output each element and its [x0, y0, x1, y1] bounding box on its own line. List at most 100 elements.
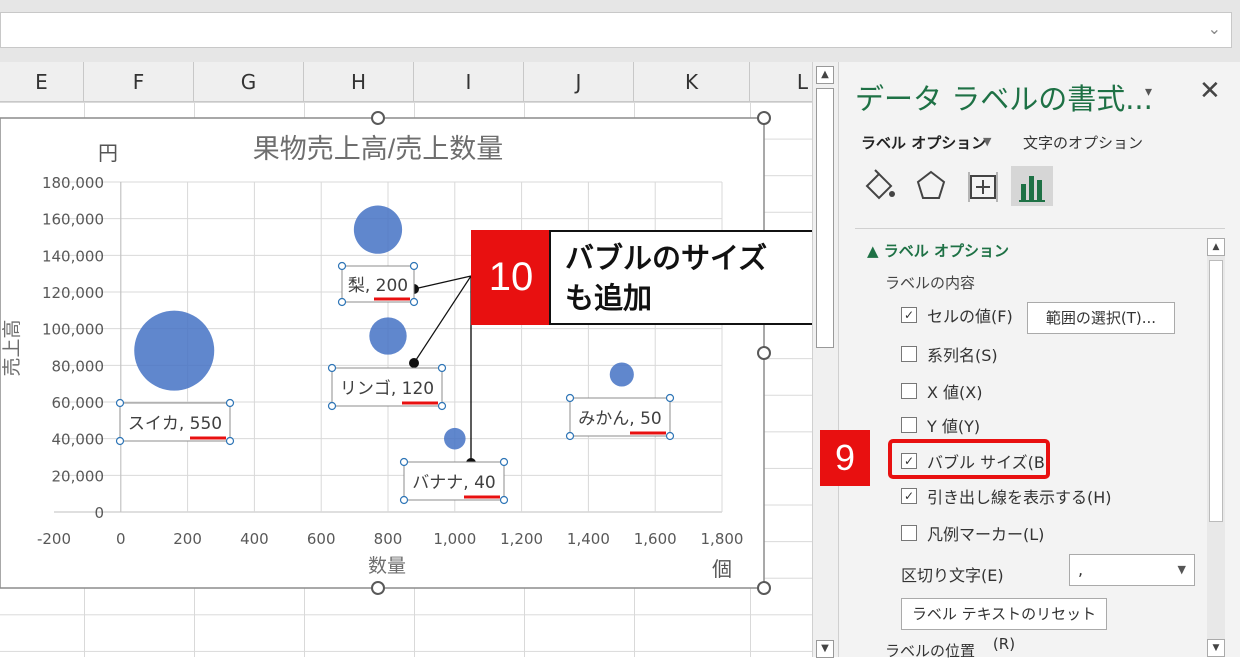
checkbox-cell-value[interactable]: ✓ — [901, 307, 917, 323]
chart-title[interactable]: 果物売上高/売上数量 — [253, 134, 504, 164]
bubble-梨[interactable] — [353, 205, 403, 254]
format-data-labels-pane: データ ラベルの書式... ▾ ✕ ラベル オプション ▼ 文字のオプション ▲… — [838, 62, 1240, 660]
x-tick-label: 1,200 — [500, 530, 543, 548]
data-label-リンゴ[interactable]: リンゴ, 120 — [327, 363, 447, 411]
label-handle[interactable] — [225, 398, 235, 408]
pane-options-dropdown-icon[interactable]: ▾ — [1145, 84, 1152, 100]
option-legend-key[interactable]: 凡例マーカー(L) — [901, 522, 1044, 544]
label-options-chart-icon[interactable] — [1011, 166, 1053, 206]
option-label: 凡例マーカー(L) — [927, 525, 1045, 544]
data-label-梨[interactable]: 梨, 200 — [337, 261, 419, 307]
bubble-みかん[interactable] — [609, 362, 634, 387]
label-handle[interactable] — [115, 436, 125, 446]
y-unit-label[interactable]: 円 — [98, 141, 118, 165]
label-handle[interactable] — [225, 436, 235, 446]
label-handle[interactable] — [337, 261, 347, 271]
effects-pentagon-icon[interactable] — [913, 166, 949, 206]
checkbox-series-name[interactable] — [901, 346, 917, 362]
step-number-badge: 9 — [820, 430, 870, 486]
data-label-バナナ[interactable]: バナナ, 40 — [399, 457, 509, 505]
sheet-vertical-scrollbar[interactable]: ▲ ▼ — [812, 62, 838, 658]
data-label-スイカ[interactable]: スイカ, 550 — [115, 398, 235, 446]
separator-select[interactable]: , ▼ — [1069, 554, 1195, 586]
label-handle[interactable] — [327, 363, 337, 373]
select-range-button[interactable]: 範囲の選択(T)... — [1027, 302, 1175, 334]
checkbox-legend-key[interactable] — [901, 525, 917, 541]
y-tick-label: 60,000 — [52, 394, 105, 412]
label-handle[interactable] — [399, 495, 409, 505]
scroll-thumb[interactable] — [1209, 260, 1223, 522]
y-tick-label: 100,000 — [42, 321, 104, 339]
option-label: X 値(X) — [927, 383, 983, 402]
option-series-name[interactable]: 系列名(S) — [901, 343, 998, 365]
close-icon[interactable]: ✕ — [1199, 76, 1221, 106]
scroll-down-arrow[interactable]: ▼ — [816, 640, 834, 658]
bubble-バナナ[interactable] — [444, 427, 466, 450]
label-position-heading: ラベルの位置 — [885, 642, 976, 660]
y-axis-title[interactable]: 売上高 — [1, 319, 23, 376]
fill-line-icon[interactable] — [861, 166, 897, 206]
label-handle[interactable] — [437, 363, 447, 373]
x-tick-label: 1,400 — [567, 530, 610, 548]
checkbox-leader-lines[interactable]: ✓ — [901, 488, 917, 504]
option-y-value[interactable]: Y 値(Y) — [901, 414, 980, 436]
scroll-down-arrow[interactable]: ▼ — [1207, 639, 1225, 657]
data-label-みかん[interactable]: みかん, 50 — [565, 393, 675, 441]
option-leader-lines[interactable]: ✓ 引き出し線を表示する(H) — [901, 485, 1112, 507]
data-label-text: 梨, 200 — [348, 276, 408, 296]
label-handle[interactable] — [565, 431, 575, 441]
pane-scrollbar[interactable]: ▲ ▼ — [1207, 238, 1225, 657]
scroll-thumb[interactable] — [816, 88, 834, 348]
reset-label-text-button[interactable]: ラベル テキストのリセット(R) — [901, 598, 1107, 653]
checkbox-y-value[interactable] — [901, 417, 917, 433]
chevron-down-icon[interactable]: ▼ — [983, 135, 991, 148]
label-handle[interactable] — [565, 393, 575, 403]
label-handle[interactable] — [327, 401, 337, 411]
checkbox-x-value[interactable] — [901, 383, 917, 399]
label-handle[interactable] — [665, 393, 675, 403]
chevron-down-icon[interactable]: ⌄ — [1208, 19, 1221, 38]
label-handle[interactable] — [115, 398, 125, 408]
resize-handle[interactable] — [371, 581, 385, 595]
label-handle[interactable] — [499, 495, 509, 505]
option-cell-value[interactable]: ✓ セルの値(F) — [901, 304, 1013, 326]
separator-value: , — [1078, 560, 1084, 579]
data-label-text: バナナ, 40 — [412, 473, 495, 493]
bubble-chart[interactable]: 0 20,000 40,000 60,000 80,000 100,000 120,000 1… — [0, 0, 812, 657]
section-label-options[interactable]: ▲ ラベル オプション — [867, 240, 1009, 261]
chevron-down-icon[interactable]: ▼ — [1178, 555, 1186, 585]
label-handle[interactable] — [337, 297, 347, 307]
resize-handle[interactable] — [757, 581, 771, 595]
callout-line: も追加 — [565, 281, 653, 315]
option-label: 系列名(S) — [927, 346, 998, 365]
resize-handle[interactable] — [757, 111, 771, 125]
resize-handle[interactable] — [371, 111, 385, 125]
x-axis-title[interactable]: 数量 — [368, 555, 406, 577]
bubble-スイカ[interactable] — [134, 310, 215, 391]
scroll-up-arrow[interactable]: ▲ — [1207, 238, 1225, 256]
y-tick-label: 40,000 — [52, 431, 105, 449]
x-unit-label[interactable]: 個 — [712, 557, 732, 581]
label-handle[interactable] — [665, 431, 675, 441]
separator-label: 区切り文字(E) — [901, 566, 1004, 585]
tab-label-options[interactable]: ラベル オプション — [861, 132, 986, 153]
scroll-up-arrow[interactable]: ▲ — [816, 66, 834, 84]
label-handle[interactable] — [399, 457, 409, 467]
y-tick-label: 160,000 — [42, 211, 104, 229]
tab-text-options[interactable]: 文字のオプション — [1023, 132, 1143, 153]
size-properties-icon[interactable] — [965, 166, 1001, 206]
x-tick-label: -200 — [37, 530, 71, 548]
option-label: 引き出し線を表示する(H) — [927, 488, 1112, 507]
resize-handle[interactable] — [757, 346, 771, 360]
option-x-value[interactable]: X 値(X) — [901, 380, 983, 402]
label-handle[interactable] — [499, 457, 509, 467]
x-tick-label: 1,600 — [634, 530, 677, 548]
option-label: Y 値(Y) — [927, 417, 981, 436]
bubble-リンゴ[interactable] — [369, 317, 407, 355]
label-handle[interactable] — [409, 297, 419, 307]
x-tick-label: 600 — [307, 530, 336, 548]
data-label-text: スイカ, 550 — [128, 414, 222, 434]
label-handle[interactable] — [437, 401, 447, 411]
label-handle[interactable] — [409, 261, 419, 271]
x-tick-label: 0 — [116, 530, 126, 548]
